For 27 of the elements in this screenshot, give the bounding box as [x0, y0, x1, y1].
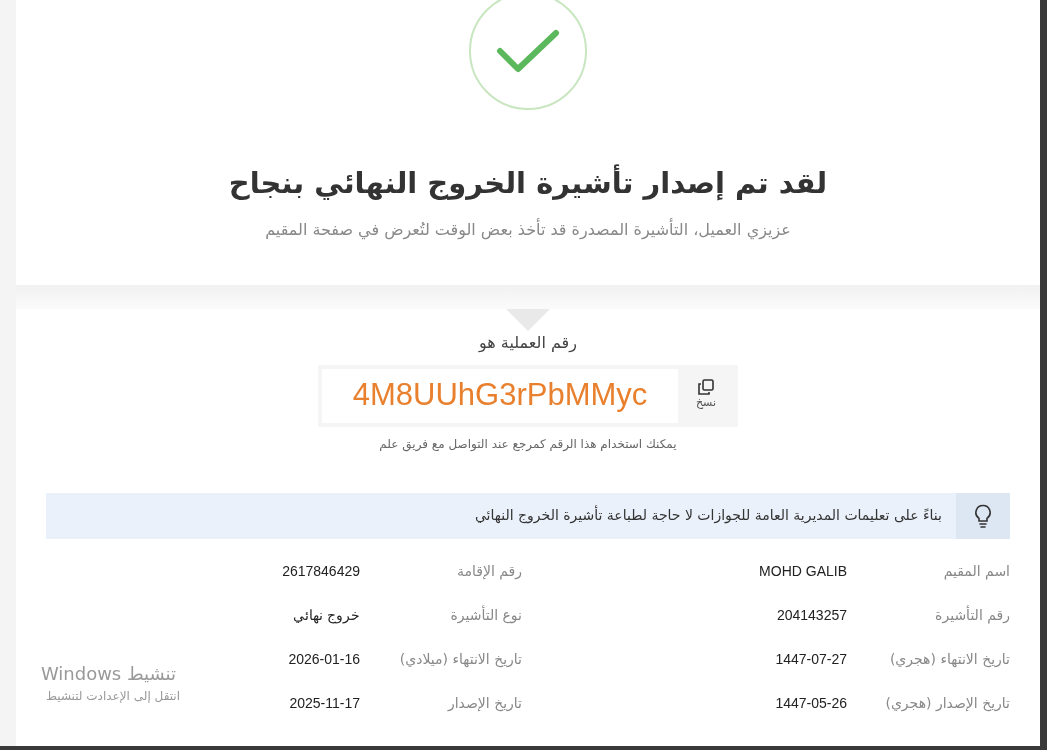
- activation-title: تنشيط Windows: [40, 662, 177, 686]
- detail-label: تاريخ الإصدار (هجري): [884, 693, 1010, 714]
- success-check-icon: [469, 0, 587, 110]
- detail-label: تاريخ الإصدار: [446, 693, 522, 714]
- detail-label: تاريخ الانتهاء (هجري): [888, 649, 1010, 670]
- detail-value: MOHD GALIB: [759, 561, 847, 581]
- transaction-label: رقم العملية هو: [479, 331, 577, 355]
- transaction-number: 4M8UUhG3rPbMMyc: [352, 376, 648, 415]
- detail-label: رقم التأشيرة: [934, 604, 1010, 626]
- detail-value: 2025-11-17: [289, 693, 360, 713]
- success-title: لقد تم إصدار تأشيرة الخروج النهائي بنجاح: [228, 163, 828, 203]
- success-subtitle: عزيزي العميل، التأشيرة المصدرة قد تأخذ بعض الوقت لتُعرض في صفحة المقيم: [265, 217, 791, 242]
- detail-value: 1447-07-27: [775, 649, 847, 669]
- detail-value: 2026-01-16: [288, 649, 360, 669]
- detail-label: اسم المقيم: [942, 561, 1010, 582]
- detail-label: تاريخ الانتهاء (ميلادي): [398, 649, 522, 670]
- detail-label: رقم الإقامة: [455, 561, 522, 582]
- detail-value: 204143257: [776, 605, 847, 625]
- copy-icon: [698, 379, 714, 396]
- lightbulb-icon: [974, 503, 992, 528]
- detail-value: 2617846429: [282, 561, 360, 581]
- notice-text: بناءً على تعليمات المديرية العامة للجوازات لا حاجة لطباعة تأشيرة الخروج النهائي: [474, 505, 942, 526]
- detail-value: خروج نهائي: [293, 605, 360, 626]
- detail-label: نوع التأشيرة: [449, 604, 522, 626]
- transaction-hint: يمكنك استخدام هذا الرقم كمرجع عند التواصل مع فريق علم: [379, 435, 677, 453]
- activation-hint: انتقل إلى الإعدادت لتنشيط: [45, 688, 180, 705]
- detail-value: 1447-05-26: [775, 693, 847, 713]
